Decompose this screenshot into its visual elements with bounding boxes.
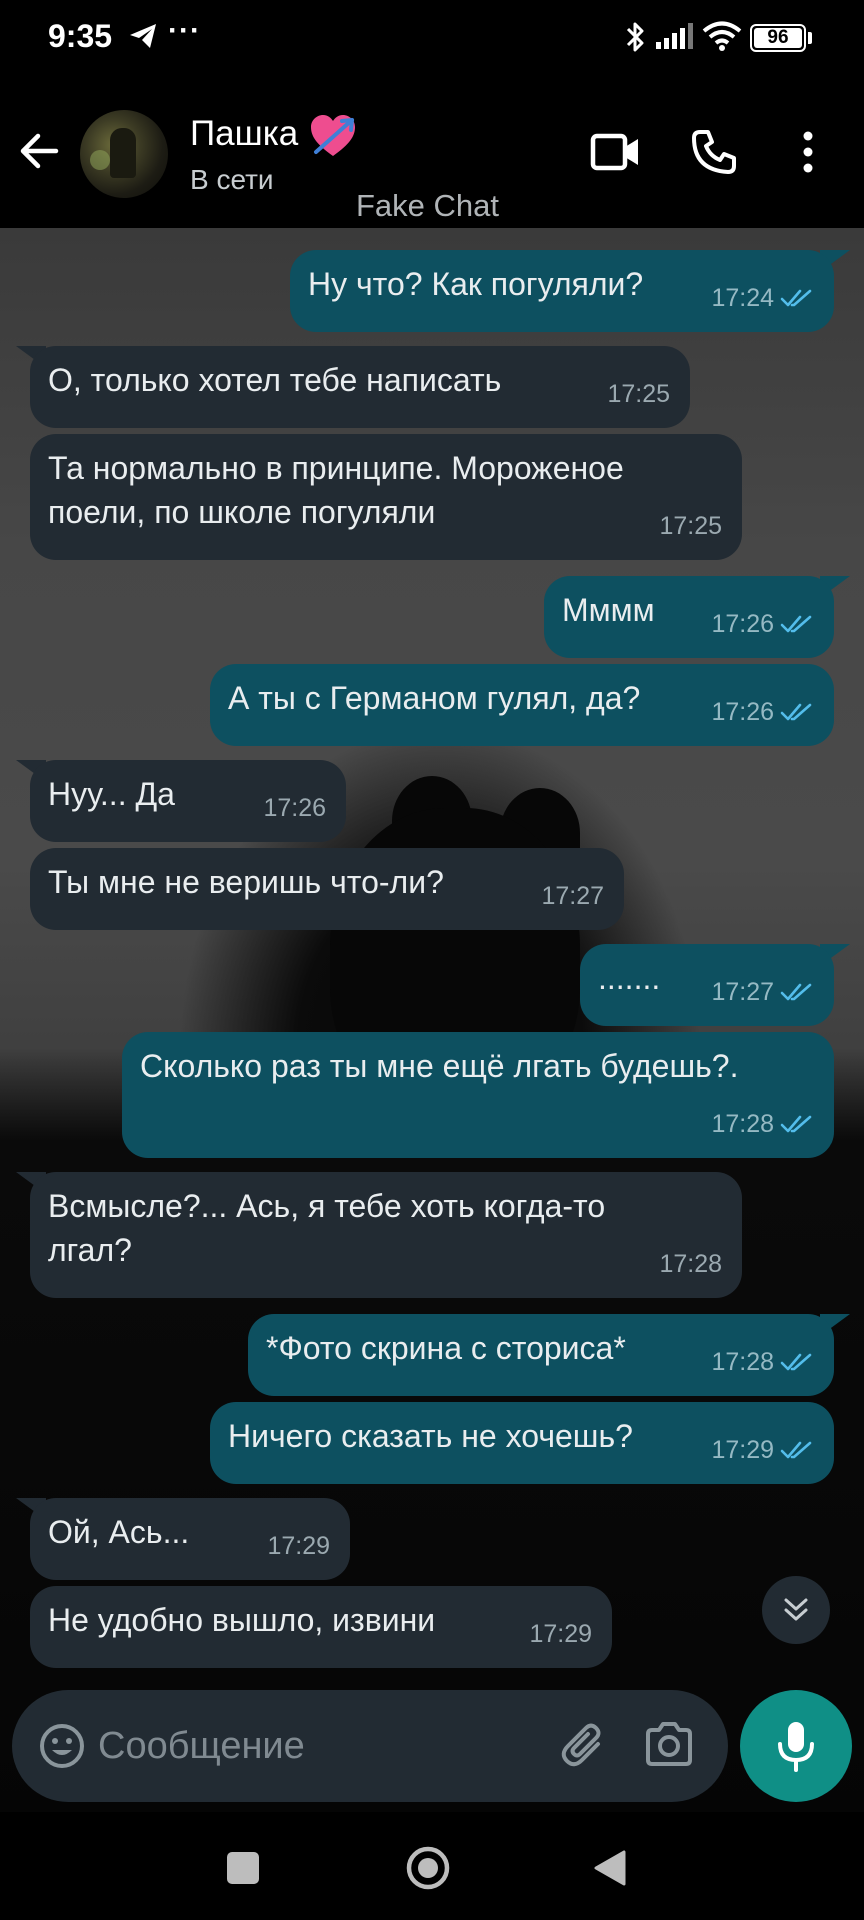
message-time: 17:27 xyxy=(541,882,604,910)
watermark-text: Fake Chat xyxy=(356,188,500,223)
message-text: Сколько раз ты мне ещё лгать будешь?. xyxy=(140,1048,739,1084)
double-check-icon xyxy=(780,1353,812,1371)
chevron-double-down-icon xyxy=(784,1598,808,1621)
message-outgoing[interactable]: Мммм 17:26 xyxy=(544,576,834,658)
message-time: 17:29 xyxy=(711,1436,774,1464)
message-outgoing[interactable]: Ничего сказать не хочешь? 17:29 xyxy=(210,1402,834,1484)
message-time: 17:25 xyxy=(659,512,722,540)
bluetooth-icon xyxy=(624,20,646,59)
chat-header: Пашка В сети Fake Chat xyxy=(0,78,864,228)
message-time: 17:28 xyxy=(711,1348,774,1376)
message-time: 17:27 xyxy=(711,978,774,1006)
double-check-icon xyxy=(780,289,812,307)
scroll-to-bottom-button[interactable] xyxy=(762,1576,830,1644)
message-text: Мммм xyxy=(562,592,655,628)
message-text: ....... xyxy=(598,960,661,996)
system-nav-bar xyxy=(0,1812,864,1920)
mic-button[interactable] xyxy=(740,1690,852,1802)
battery-indicator: 96 xyxy=(750,24,806,52)
message-text: Та нормально в принципе. Мороженое поели… xyxy=(48,450,624,530)
home-button[interactable] xyxy=(404,1844,452,1897)
message-text: Не удобно вышло, извини xyxy=(48,1602,436,1638)
message-time: 17:29 xyxy=(267,1532,330,1560)
contact-name[interactable]: Пашка xyxy=(190,114,298,154)
message-incoming[interactable]: О, только хотел тебе написать 17:25 xyxy=(30,346,690,428)
message-time: 17:26 xyxy=(711,610,774,638)
message-text: Ой, Ась... xyxy=(48,1514,190,1550)
double-check-icon xyxy=(780,1441,812,1459)
status-time: 9:35 xyxy=(48,18,113,54)
emoji-icon[interactable] xyxy=(38,1722,86,1775)
message-text: Всмысле?... Ась, я тебе хоть когда-то лг… xyxy=(48,1188,606,1268)
contact-status: В сети xyxy=(190,164,274,195)
message-incoming[interactable]: Нуу... Да 17:26 xyxy=(30,760,346,842)
telegram-icon xyxy=(128,22,158,55)
message-time: 17:25 xyxy=(607,380,670,408)
message-text: Ты мне не веришь что-ли? xyxy=(48,864,444,900)
message-time: 17:26 xyxy=(263,794,326,822)
wifi-icon xyxy=(702,20,742,57)
chat-area[interactable]: Ну что? Как погуляли? 17:24 О, только хо… xyxy=(0,228,864,1812)
message-text: Ну что? Как погуляли? xyxy=(308,266,644,302)
message-text: Нуу... Да xyxy=(48,776,175,812)
message-time: 17:24 xyxy=(711,284,774,312)
status-more: ··· xyxy=(168,14,201,47)
message-incoming[interactable]: Ой, Ась... 17:29 xyxy=(30,1498,350,1580)
more-vert-icon[interactable] xyxy=(800,130,816,179)
camera-icon[interactable] xyxy=(644,1722,694,1773)
message-text: О, только хотел тебе написать xyxy=(48,362,502,398)
double-check-icon xyxy=(780,1115,812,1133)
double-check-icon xyxy=(780,615,812,633)
paperclip-icon[interactable] xyxy=(558,1720,610,1777)
mic-icon xyxy=(778,1722,814,1772)
message-text: *Фото скрина с сториса* xyxy=(266,1330,626,1366)
double-check-icon xyxy=(780,983,812,1001)
system-back-button[interactable] xyxy=(592,1848,628,1893)
message-time: 17:29 xyxy=(529,1620,592,1648)
message-outgoing[interactable]: А ты с Германом гулял, да? 17:26 xyxy=(210,664,834,746)
signal-icon xyxy=(656,22,696,55)
message-composer xyxy=(12,1690,728,1802)
double-check-icon xyxy=(780,703,812,721)
message-incoming[interactable]: Не удобно вышло, извини 17:29 xyxy=(30,1586,612,1668)
video-call-icon[interactable] xyxy=(590,130,642,179)
recent-apps-button[interactable] xyxy=(227,1852,259,1884)
avatar[interactable] xyxy=(80,110,168,198)
heart-arrow-icon xyxy=(308,112,358,165)
battery-level: 96 xyxy=(767,27,789,48)
message-outgoing[interactable]: *Фото скрина с сториса* 17:28 xyxy=(248,1314,834,1396)
message-time: 17:28 xyxy=(659,1250,722,1278)
status-bar: 9:35 ··· 96 xyxy=(0,0,864,78)
phone-icon[interactable] xyxy=(690,128,738,181)
message-text: А ты с Германом гулял, да? xyxy=(228,680,641,716)
back-arrow-icon[interactable] xyxy=(18,130,60,177)
message-time: 17:28 xyxy=(711,1110,774,1138)
message-incoming[interactable]: Всмысле?... Ась, я тебе хоть когда-то лг… xyxy=(30,1172,742,1298)
message-outgoing[interactable]: Ну что? Как погуляли? 17:24 xyxy=(290,250,834,332)
message-input[interactable] xyxy=(98,1714,538,1778)
message-outgoing[interactable]: Сколько раз ты мне ещё лгать будешь?. 17… xyxy=(122,1032,834,1158)
message-outgoing[interactable]: ....... 17:27 xyxy=(580,944,834,1026)
message-time: 17:26 xyxy=(711,698,774,726)
message-incoming[interactable]: Та нормально в принципе. Мороженое поели… xyxy=(30,434,742,560)
message-text: Ничего сказать не хочешь? xyxy=(228,1418,633,1454)
message-incoming[interactable]: Ты мне не веришь что-ли? 17:27 xyxy=(30,848,624,930)
